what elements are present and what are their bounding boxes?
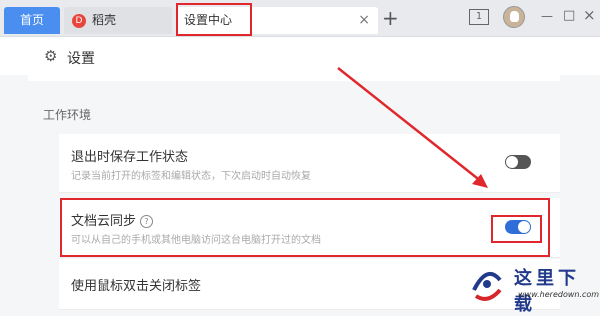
watermark-url: www.heredown.com (518, 290, 600, 299)
watermark-logo-icon (472, 271, 502, 301)
watermark: 这里下载 www.heredown.com (470, 258, 600, 315)
